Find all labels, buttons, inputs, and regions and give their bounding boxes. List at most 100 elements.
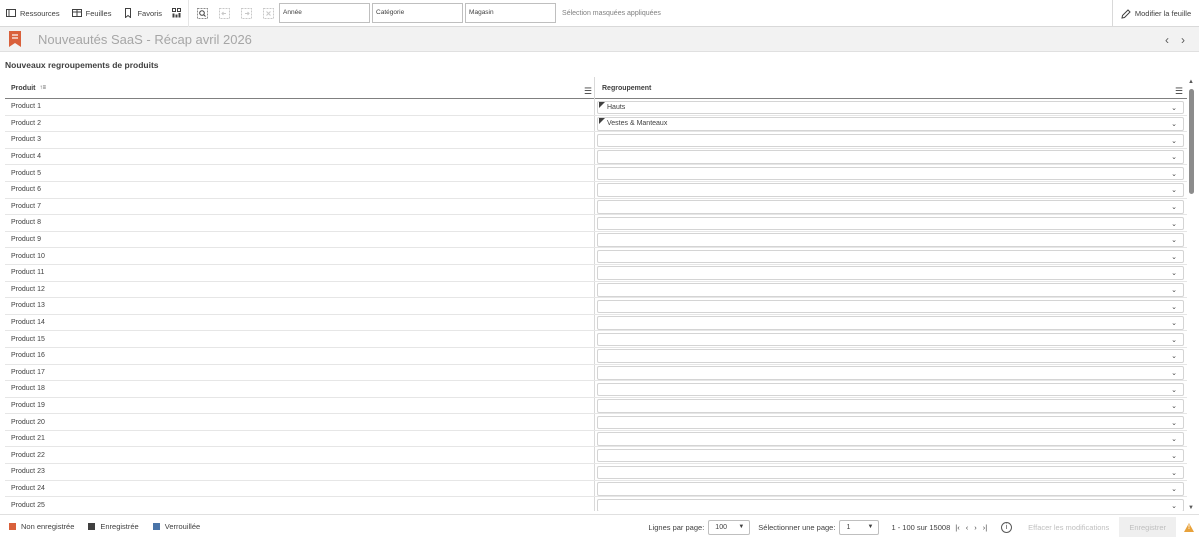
group-dropdown[interactable]: ⌄ xyxy=(597,366,1184,380)
product-cell: Product 7 xyxy=(5,198,595,215)
top-toolbar: Ressources Feuilles Favoris Année Catégo… xyxy=(0,0,1199,27)
bookmarks-label: Favoris xyxy=(137,8,163,18)
group-dropdown[interactable]: ⌄ xyxy=(597,249,1184,264)
sheets-label: Feuilles xyxy=(85,8,112,18)
sheets-icon xyxy=(71,8,82,18)
group-value: Hauts xyxy=(607,103,626,111)
group-dropdown[interactable]: ⌄ xyxy=(597,349,1184,363)
group-cell: ⌄ xyxy=(595,182,1187,198)
product-cell: Product 15 xyxy=(5,331,595,347)
resources-button[interactable]: Ressources xyxy=(0,0,66,27)
previous-sheet-icon[interactable]: ‹ xyxy=(1165,33,1169,47)
vertical-scrollbar[interactable]: ▲ ▼ xyxy=(1187,77,1195,511)
group-dropdown[interactable]: Hauts ⌄ xyxy=(597,100,1184,114)
chevron-down-icon: ⌄ xyxy=(1171,370,1177,377)
rows-per-page-label: Lignes par page: xyxy=(648,522,705,532)
table-header: Produit ↑≡ ☰ Regroupement ☰ xyxy=(5,77,1187,99)
step-back-button[interactable] xyxy=(213,0,235,27)
group-dropdown[interactable]: ⌄ xyxy=(597,399,1184,413)
group-dropdown[interactable]: ⌄ xyxy=(597,233,1184,247)
group-dropdown[interactable]: Vestes & Manteaux ⌄ xyxy=(597,117,1184,131)
group-cell: ⌄ xyxy=(595,481,1187,497)
product-cell: Product 21 xyxy=(5,430,595,447)
previous-page-icon[interactable]: ‹ xyxy=(966,523,969,532)
table-row: Product 25 ⌄ xyxy=(5,497,1187,511)
first-page-icon[interactable]: |‹ xyxy=(955,523,959,532)
step-forward-button[interactable] xyxy=(235,0,257,27)
group-dropdown[interactable]: ⌄ xyxy=(597,283,1184,297)
save-button[interactable]: Enregistrer xyxy=(1119,517,1176,537)
insight-button[interactable] xyxy=(168,0,186,27)
rows-per-page-select[interactable]: 100 ▼ xyxy=(708,519,751,535)
group-dropdown[interactable]: ⌄ xyxy=(597,200,1184,214)
group-dropdown[interactable]: ⌄ xyxy=(597,166,1184,181)
rows-per-page-value: 100 xyxy=(715,523,727,531)
group-dropdown[interactable]: ⌄ xyxy=(597,482,1184,496)
group-dropdown[interactable]: ⌄ xyxy=(597,432,1184,446)
group-dropdown[interactable]: ⌄ xyxy=(597,183,1184,197)
group-dropdown[interactable]: ⌄ xyxy=(597,498,1184,511)
group-dropdown[interactable]: ⌄ xyxy=(597,133,1184,148)
product-cell: Product 1 xyxy=(5,99,595,115)
group-cell: ⌄ xyxy=(595,348,1187,364)
info-icon[interactable]: i xyxy=(1001,521,1013,533)
group-dropdown[interactable]: ⌄ xyxy=(597,448,1184,463)
product-cell: Product 25 xyxy=(5,497,595,511)
filter-category[interactable]: Catégorie xyxy=(372,3,464,23)
column-menu-icon[interactable]: ☰ xyxy=(584,86,592,97)
bookmarks-button[interactable]: Favoris xyxy=(117,0,168,27)
chevron-down-icon: ⌄ xyxy=(1171,469,1177,477)
group-dropdown[interactable]: ⌄ xyxy=(597,332,1184,347)
product-cell: Product 24 xyxy=(5,480,595,497)
legend-label: Non enregistrée xyxy=(21,522,75,531)
table-row: Product 5 ⌄ xyxy=(5,165,1187,182)
edit-sheet-button[interactable]: Modifier la feuille xyxy=(1112,0,1199,27)
group-dropdown[interactable]: ⌄ xyxy=(597,299,1184,314)
chevron-down-icon: ⌄ xyxy=(1171,287,1177,295)
group-dropdown[interactable]: ⌄ xyxy=(597,266,1184,280)
filter-store[interactable]: Magasin xyxy=(465,3,557,23)
scrollbar-thumb[interactable] xyxy=(1188,89,1194,194)
page-range: 1 - 100 sur 15008 xyxy=(891,522,951,532)
next-sheet-icon[interactable]: › xyxy=(1181,33,1185,47)
product-cell: Product 23 xyxy=(5,464,595,480)
group-cell: ⌄ xyxy=(595,165,1187,181)
group-dropdown[interactable]: ⌄ xyxy=(597,382,1184,397)
group-dropdown[interactable]: ⌄ xyxy=(597,465,1184,480)
table-row: Product 22 ⌄ xyxy=(5,447,1187,465)
chevron-down-icon: ⌄ xyxy=(1171,137,1177,145)
group-dropdown[interactable]: ⌄ xyxy=(597,415,1184,430)
last-page-icon[interactable]: ›| xyxy=(983,523,987,532)
clear-selections-button[interactable] xyxy=(257,0,279,27)
pencil-icon xyxy=(1121,8,1131,19)
table-title: Nouveaux regroupements de produits xyxy=(5,60,159,70)
chevron-down-icon: ⌄ xyxy=(1171,403,1177,411)
filter-year[interactable]: Année xyxy=(279,3,371,23)
group-cell: Hauts ⌄ xyxy=(595,99,1187,115)
smart-search-button[interactable] xyxy=(191,0,213,27)
group-dropdown[interactable]: ⌄ xyxy=(597,150,1184,164)
page-title: Nouveautés SaaS - Récap avril 2026 xyxy=(38,31,252,47)
column-menu-icon[interactable]: ☰ xyxy=(1175,86,1183,97)
legend-label: Enregistrée xyxy=(100,522,139,531)
page-select[interactable]: 1 ▼ xyxy=(839,519,880,535)
product-cell: Product 6 xyxy=(5,181,595,198)
sheets-button[interactable]: Feuilles xyxy=(66,0,118,27)
table-row: Product 18 ⌄ xyxy=(5,381,1187,398)
group-cell: ⌄ xyxy=(595,298,1187,314)
product-cell: Product 14 xyxy=(5,314,595,331)
grid-icon xyxy=(172,8,182,18)
column-header-product[interactable]: Produit ↑≡ ☰ xyxy=(5,77,595,99)
column-header-group[interactable]: Regroupement ☰ xyxy=(595,77,1187,99)
chevron-down-icon: ⌄ xyxy=(1171,154,1177,162)
next-page-icon[interactable]: › xyxy=(974,523,977,532)
grouping-table: Produit ↑≡ ☰ Regroupement ☰ Product 1 Hau… xyxy=(5,77,1187,511)
scroll-down-icon[interactable]: ▼ xyxy=(1188,505,1194,511)
product-cell: Product 13 xyxy=(5,298,595,314)
group-dropdown[interactable]: ⌄ xyxy=(597,316,1184,330)
group-dropdown[interactable]: ⌄ xyxy=(597,216,1184,231)
table-row: Product 17 ⌄ xyxy=(5,364,1187,382)
scroll-up-icon[interactable]: ▲ xyxy=(1188,79,1194,85)
discard-changes-button[interactable]: Effacer les modifications xyxy=(1020,517,1117,537)
product-cell: Product 18 xyxy=(5,381,595,397)
